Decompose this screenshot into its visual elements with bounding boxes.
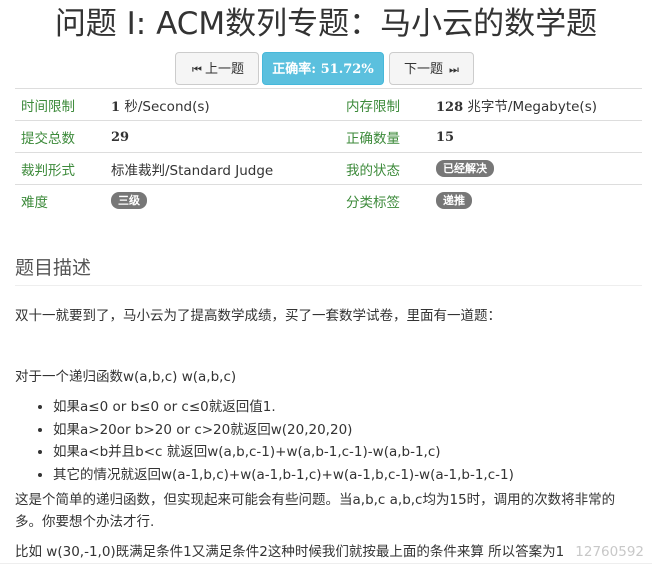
category-badge[interactable]: 递推: [436, 192, 472, 209]
memory-limit-number: 128: [436, 99, 464, 115]
info-row: 时间限制 1 秒/Second(s) 内存限制 128 兆字节/Megabyte…: [15, 88, 642, 121]
memory-limit-unit: 兆字节/Megabyte(s): [463, 98, 598, 115]
rule-item: 如果a≤0 or b≤0 or c≤0就返回值1.: [53, 396, 642, 419]
time-limit-label: 时间限制: [15, 88, 105, 121]
problem-info-table: 时间限制 1 秒/Second(s) 内存限制 128 兆字节/Megabyte…: [15, 88, 642, 217]
next-problem-button[interactable]: 下一题 ⏭: [389, 52, 474, 85]
function-definition: 对于一个递归函数w(a,b,c) w(a,b,c): [15, 369, 237, 385]
submit-total-value: 29: [105, 120, 340, 153]
judge-type-value: 标准裁判/Standard Judge: [105, 152, 340, 185]
memory-limit-label: 内存限制: [340, 88, 430, 121]
info-row: 难度 三级 分类标签 递推: [15, 184, 642, 217]
watermark-text: 12760592: [575, 544, 644, 560]
accuracy-button[interactable]: 正确率: 51.72%: [262, 52, 384, 85]
bottom-divider: [0, 563, 652, 564]
my-status-badge[interactable]: 已经解决: [436, 160, 494, 177]
rule-list: 如果a≤0 or b≤0 or c≤0就返回值1. 如果a>20or b>20 …: [15, 396, 642, 486]
problem-nav: ⏮ 上一题 正确率: 51.72% 下一题 ⏭: [0, 52, 652, 86]
category-label: 分类标签: [340, 184, 430, 217]
skip-back-icon: ⏮: [192, 63, 202, 76]
memory-limit-value: 128 兆字节/Megabyte(s): [430, 88, 642, 121]
skip-forward-icon: ⏭: [449, 63, 459, 76]
correct-count-value: 15: [430, 120, 642, 153]
accuracy-label: 正确率: 51.72%: [272, 62, 374, 77]
time-limit-value: 1 秒/Second(s): [105, 88, 340, 121]
my-status-cell: 已经解决: [430, 152, 642, 185]
section-divider: [15, 285, 642, 286]
rule-item: 如果a>20or b>20 or c>20就返回w(20,20,20): [53, 419, 642, 442]
difficulty-cell: 三级: [105, 184, 340, 217]
description-intro: 双十一就要到了，马小云为了提高数学成绩，买了一套数学试卷，里面有一道题：: [15, 308, 501, 324]
rule-item: 如果a<b并且b<c 就返回w(a,b,c-1)+w(a,b-1,c-1)-w(…: [53, 441, 642, 464]
judge-type-label: 裁判形式: [15, 152, 105, 185]
description-note: 这是个简单的递归函数，但实现起来可能会有些问题。当a,b,c a,b,c均为15…: [15, 492, 616, 530]
prev-problem-label: 上一题: [204, 62, 244, 77]
next-problem-label: 下一题: [404, 62, 444, 77]
info-row: 裁判形式 标准裁判/Standard Judge 我的状态 已经解决: [15, 152, 642, 185]
time-limit-unit: 秒/Second(s): [120, 98, 210, 115]
page-title: 问题 I: ACM数列专题：马小云的数学题: [54, 6, 598, 42]
description-heading: 题目描述: [15, 257, 92, 279]
difficulty-label: 难度: [15, 184, 105, 217]
description-example: 比如 w(30,-1,0)既满足条件1又满足条件2这种时候我们就按最上面的条件来…: [15, 544, 565, 560]
prev-problem-button[interactable]: ⏮ 上一题: [175, 52, 259, 85]
time-limit-number: 1: [111, 99, 121, 115]
info-row: 提交总数 29 正确数量 15: [15, 120, 642, 153]
difficulty-badge: 三级: [111, 192, 147, 209]
correct-count-label: 正确数量: [340, 120, 430, 153]
rule-item: 其它的情况就返回w(a-1,b,c)+w(a-1,b-1,c)+w(a-1,b,…: [53, 464, 642, 487]
category-cell: 递推: [430, 184, 642, 217]
my-status-label: 我的状态: [340, 152, 430, 185]
problem-page: 问题 I: ACM数列专题：马小云的数学题 ⏮ 上一题 正确率: 51.72% 下…: [0, 0, 652, 568]
submit-total-label: 提交总数: [15, 120, 105, 153]
